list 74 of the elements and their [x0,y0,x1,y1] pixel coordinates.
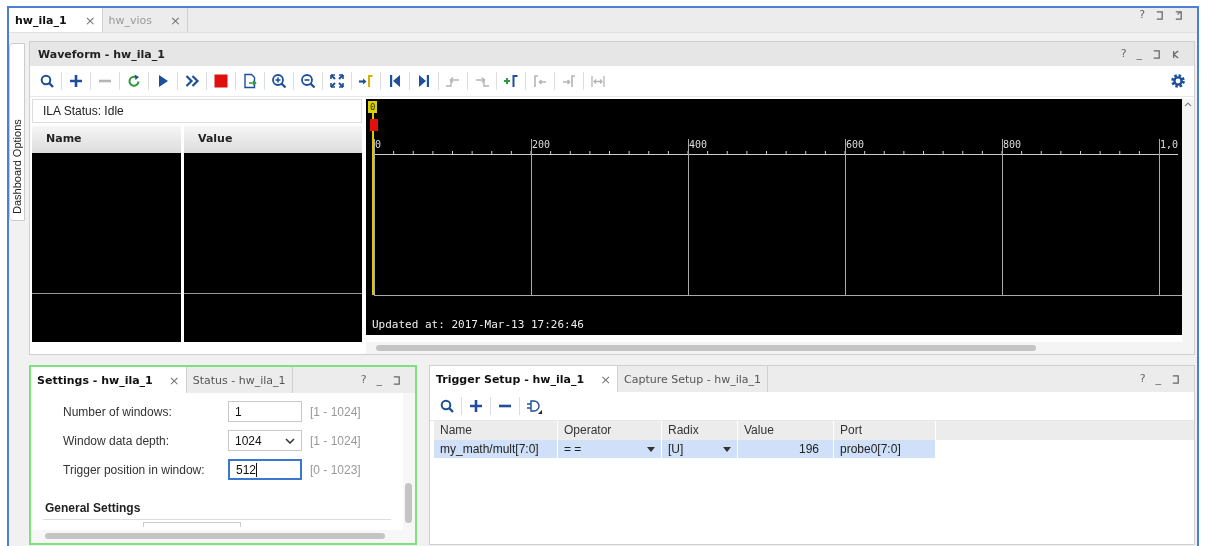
side-tab[interactable]: Dashboard Options [9,43,25,221]
zoom-out-icon [300,73,316,89]
help-button[interactable]: ? [1139,8,1145,22]
input-field[interactable]: 512 [228,459,302,480]
ruler-label: 1,0 [1160,139,1179,150]
document-arrow-icon [242,73,258,89]
field-label: Trigger position in window: [63,462,206,477]
minimize-button[interactable]: _ [376,373,382,387]
settings-icon[interactable] [1170,73,1186,89]
dropdown-cell[interactable]: = = [558,440,662,458]
search-icon [439,398,455,414]
panel-tab[interactable]: Settings - hw_ila_1 × [31,367,187,393]
dropdown[interactable]: 1024 [228,430,302,451]
span-icon [590,73,606,89]
caret-down-icon [647,446,655,452]
plus-icon [68,73,84,89]
minimize-button[interactable]: _ [1155,372,1161,386]
column-header[interactable]: Value [184,126,362,153]
ruler-label: 200 [532,139,551,150]
vertical-scrollbar[interactable] [1182,99,1194,342]
search-icon [39,73,55,89]
status-field: ILA Status: Idle [32,99,362,123]
zoom-fit-icon [329,73,345,89]
range-hint: [1 - 1024] [310,433,361,448]
zoom-in-icon [271,73,287,89]
maximize-icon[interactable] [1155,9,1164,21]
updated-timestamp: Updated at: 2017-Mar-13 17:26:46 [372,318,584,331]
scroll-up-icon[interactable] [1184,102,1192,107]
plus-icon [468,398,484,414]
trigger-marker-icon [370,119,378,131]
bracket-arrow-icon [532,73,548,89]
horizontal-scrollbar[interactable] [31,530,415,543]
maximize-icon[interactable] [1152,48,1161,60]
input-field[interactable]: 1 [228,401,302,422]
range-hint: [0 - 1023] [310,462,361,477]
dropdown-cell[interactable]: [U] [662,440,738,458]
caret-down-icon [723,446,731,452]
table-row[interactable]: my_math/mult[7:0] = = [U] 196 probe0[7:0] [434,440,936,458]
logic-gate-icon [526,398,542,414]
field-label: Number of windows: [63,404,173,419]
skip-end-icon [416,73,432,89]
float-window-icon[interactable] [1174,9,1183,21]
chevron-down-icon [285,437,295,444]
bracket-arrow-icon [561,73,577,89]
document-tab[interactable]: hw_ila_1 × [9,8,103,32]
help-button[interactable]: ? [1120,47,1127,61]
skip-start-icon [387,73,403,89]
cursor-label: 0 [368,101,378,113]
vertical-scrollbar[interactable] [403,393,415,530]
range-hint: [1 - 1024] [310,404,361,419]
panel-title: Waveform - hw_ila_1 [38,47,166,61]
ruler-label: 800 [1003,139,1022,150]
ruler-label: 600 [846,139,865,150]
collapse-icon[interactable] [1171,48,1180,60]
panel-tab[interactable]: Trigger Setup - hw_ila_1 × [430,366,619,392]
help-button[interactable]: ? [1139,372,1146,386]
double-chevron-icon [184,73,200,89]
section-heading: General Settings [43,497,391,520]
table-cell: probe0[7:0] [834,440,936,458]
help-button[interactable]: ? [360,373,367,387]
minimize-button[interactable]: _ [1136,47,1142,61]
stop-icon [213,73,229,89]
maximize-icon[interactable] [1171,373,1180,385]
column-header[interactable]: Name [32,126,181,153]
horizontal-scrollbar[interactable] [366,342,1194,354]
refresh-icon [126,73,142,89]
table-cell: 196 [738,440,834,458]
ruler-label: 400 [689,139,708,150]
maximize-icon[interactable] [392,374,401,386]
ruler-label: 0 [375,139,382,150]
table-cell: my_math/mult[7:0] [434,440,558,458]
arrow-bracket-icon [358,73,374,89]
field-label: Window data depth: [63,433,171,448]
plus-bracket-icon [503,73,519,89]
